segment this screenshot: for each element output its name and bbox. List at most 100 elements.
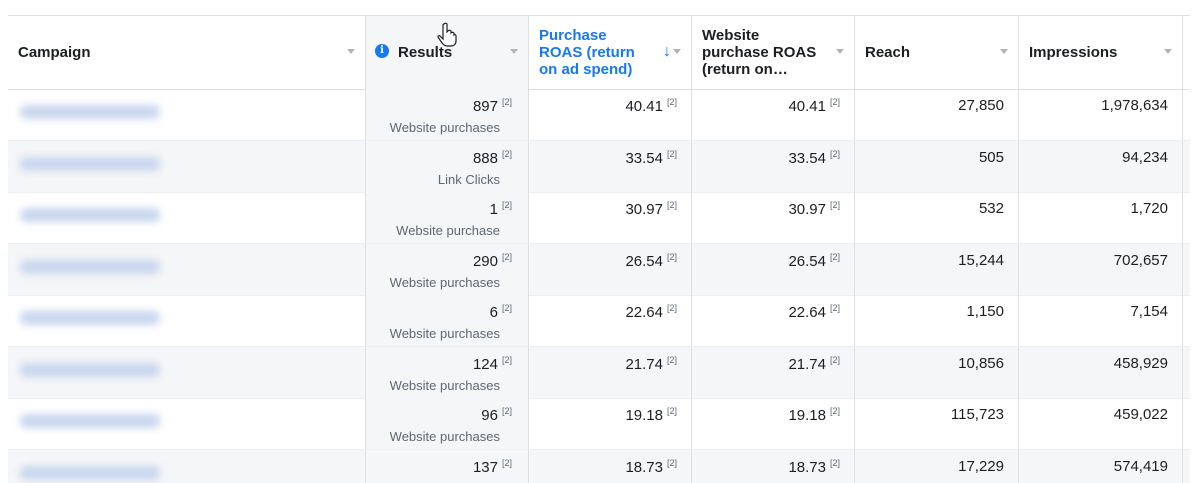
table-row[interactable]: 6 [2] Website purchases 22.64 [2] 22.64 [2] 1,1… <box>8 295 1190 347</box>
column-header-campaign[interactable]: Campaign <box>8 16 366 89</box>
table-row[interactable]: 124 [2] Website purchases 21.74 [2] 21.74 [2] 1… <box>8 346 1190 399</box>
cell-impressions: 574,419 <box>1019 449 1183 483</box>
chevron-down-icon[interactable] <box>1164 49 1172 54</box>
footnote-marker[interactable]: [2] <box>667 200 677 210</box>
cell-impressions: 458,929 <box>1019 346 1183 398</box>
cell-purchase-roas: 18.73 [2] <box>529 449 692 483</box>
info-icon[interactable]: i <box>375 44 389 58</box>
campaign-name-blurred[interactable] <box>20 362 160 377</box>
footnote-marker[interactable]: [2] <box>830 355 840 365</box>
value-text: 505 <box>978 148 1004 166</box>
value-text: 33.54 <box>625 149 663 167</box>
chevron-down-icon[interactable] <box>836 49 844 54</box>
footnote-marker[interactable]: [2] <box>830 149 840 159</box>
footnote-marker[interactable]: [2] <box>830 303 840 313</box>
cell-purchase-roas: 22.64 [2] <box>529 295 692 346</box>
value-website-roas: 21.74 [2] <box>788 355 840 373</box>
footnote-marker[interactable]: [2] <box>830 458 840 468</box>
column-label-reach: Reach <box>865 44 911 61</box>
footnote-marker[interactable]: [2] <box>667 406 677 416</box>
cell-campaign <box>8 346 366 398</box>
footnote-marker[interactable]: [2] <box>502 97 512 107</box>
campaign-name-blurred[interactable] <box>20 105 160 119</box>
result-type-label: Link Clicks <box>437 171 500 187</box>
value-text: 888 <box>472 149 498 167</box>
value-results: 888 [2] <box>473 149 512 167</box>
footnote-marker[interactable]: [2] <box>830 97 840 107</box>
cell-website-roas: 30.97 [2] <box>692 192 855 243</box>
sort-down-arrow-icon[interactable]: ↓ <box>663 43 671 61</box>
column-header-purchase-roas[interactable]: Purchase ROAS (return on ad spend) ↓ <box>529 16 692 89</box>
column-header-website-purchase-roas[interactable]: Website purchase ROAS (return on… <box>692 16 855 89</box>
footnote-marker[interactable]: [2] <box>667 303 677 313</box>
column-header-impressions[interactable]: Impressions <box>1019 16 1183 89</box>
campaign-name-blurred[interactable] <box>20 208 160 222</box>
footnote-marker[interactable]: [2] <box>667 97 677 107</box>
footnote-marker[interactable]: [2] <box>502 355 512 365</box>
value-text: 30.97 <box>788 201 826 218</box>
cell-results: 96 [2] Website purchases <box>366 398 529 449</box>
chevron-down-icon[interactable] <box>673 49 681 54</box>
footnote-marker[interactable]: [2] <box>667 252 677 262</box>
value-text: 124 <box>472 355 498 373</box>
table-row[interactable]: 897 [2] Website purchases 40.41 [2] 40.41 [2] 2… <box>8 89 1190 141</box>
value-reach: 10,856 <box>958 355 1004 372</box>
footnote-marker[interactable]: [2] <box>667 149 677 159</box>
table-row[interactable]: 1 [2] Website purchase 30.97 [2] 30.97 [2] 532 1… <box>8 192 1190 244</box>
footnote-marker[interactable]: [2] <box>502 406 512 416</box>
cell-campaign <box>8 140 366 192</box>
value-purchase-roas: 40.41 [2] <box>625 97 677 115</box>
value-text: 40.41 <box>788 98 826 115</box>
footnote-marker[interactable]: [2] <box>502 200 512 210</box>
footnote-marker[interactable]: [2] <box>667 355 677 365</box>
table-row[interactable]: 290 [2] Website purchases 26.54 [2] 26.54 [2] 1… <box>8 243 1190 296</box>
value-text: 19.18 <box>625 407 663 424</box>
footnote-marker[interactable]: [2] <box>830 200 840 210</box>
value-website-roas: 33.54 [2] <box>788 149 840 167</box>
column-header-results[interactable]: i Results <box>366 16 529 89</box>
campaign-name-blurred[interactable] <box>20 156 160 171</box>
value-reach: 505 <box>979 149 1004 166</box>
cell-website-roas: 33.54 [2] <box>692 140 855 192</box>
cell-purchase-roas: 30.97 [2] <box>529 192 692 243</box>
campaign-name-blurred[interactable] <box>20 311 160 325</box>
cell-purchase-roas: 33.54 [2] <box>529 140 692 192</box>
cell-purchase-roas: 19.18 [2] <box>529 398 692 449</box>
footnote-marker[interactable]: [2] <box>502 149 512 159</box>
cell-impressions: 1,978,634 <box>1019 89 1183 140</box>
footnote-marker[interactable]: [2] <box>502 458 512 468</box>
chevron-down-icon[interactable] <box>510 49 518 54</box>
table-row[interactable]: 137[2]Website purchases18.73[2]18.73[2]1… <box>8 449 1190 483</box>
column-label-website-roas-line3: (return on… <box>702 61 788 78</box>
table-row[interactable]: 888 [2] Link Clicks 33.54 [2] 33.54 [2] 505 94,2… <box>8 140 1190 193</box>
column-header-reach[interactable]: Reach <box>855 16 1019 89</box>
cell-reach: 115,723 <box>855 398 1019 449</box>
chevron-down-icon[interactable] <box>347 49 355 54</box>
result-type-label: Website purchases <box>389 120 500 135</box>
chevron-down-icon[interactable] <box>1000 49 1008 54</box>
campaign-name-blurred[interactable] <box>20 414 160 428</box>
cell-impressions: 702,657 <box>1019 243 1183 295</box>
value-purchase-roas: 18.73 [2] <box>625 458 677 476</box>
value-reach: 15,244 <box>958 252 1004 269</box>
value-purchase-roas: 26.54 [2] <box>625 252 677 270</box>
cell-campaign <box>8 295 366 346</box>
cell-campaign <box>8 89 366 140</box>
value-results: 290 [2] <box>473 252 512 270</box>
footnote-marker[interactable]: [2] <box>830 406 840 416</box>
cell-campaign <box>8 192 366 243</box>
footnote-marker[interactable]: [2] <box>502 252 512 262</box>
value-purchase-roas: 21.74 [2] <box>625 355 677 373</box>
footnote-marker[interactable]: [2] <box>502 303 512 313</box>
cell-website-roas: 22.64 [2] <box>692 295 855 346</box>
value-impressions: 7,154 <box>1130 303 1168 320</box>
value-text: 15,244 <box>958 251 1004 269</box>
value-text: 458,929 <box>1113 354 1168 372</box>
value-website-roas: 18.73 [2] <box>788 458 840 476</box>
footnote-marker[interactable]: [2] <box>830 252 840 262</box>
campaign-name-blurred[interactable] <box>20 465 160 480</box>
campaign-name-blurred[interactable] <box>20 259 160 274</box>
footnote-marker[interactable]: [2] <box>667 458 677 468</box>
value-website-roas: 19.18 [2] <box>788 406 840 424</box>
table-row[interactable]: 96 [2] Website purchases 19.18 [2] 19.18 [2] 11… <box>8 398 1190 450</box>
